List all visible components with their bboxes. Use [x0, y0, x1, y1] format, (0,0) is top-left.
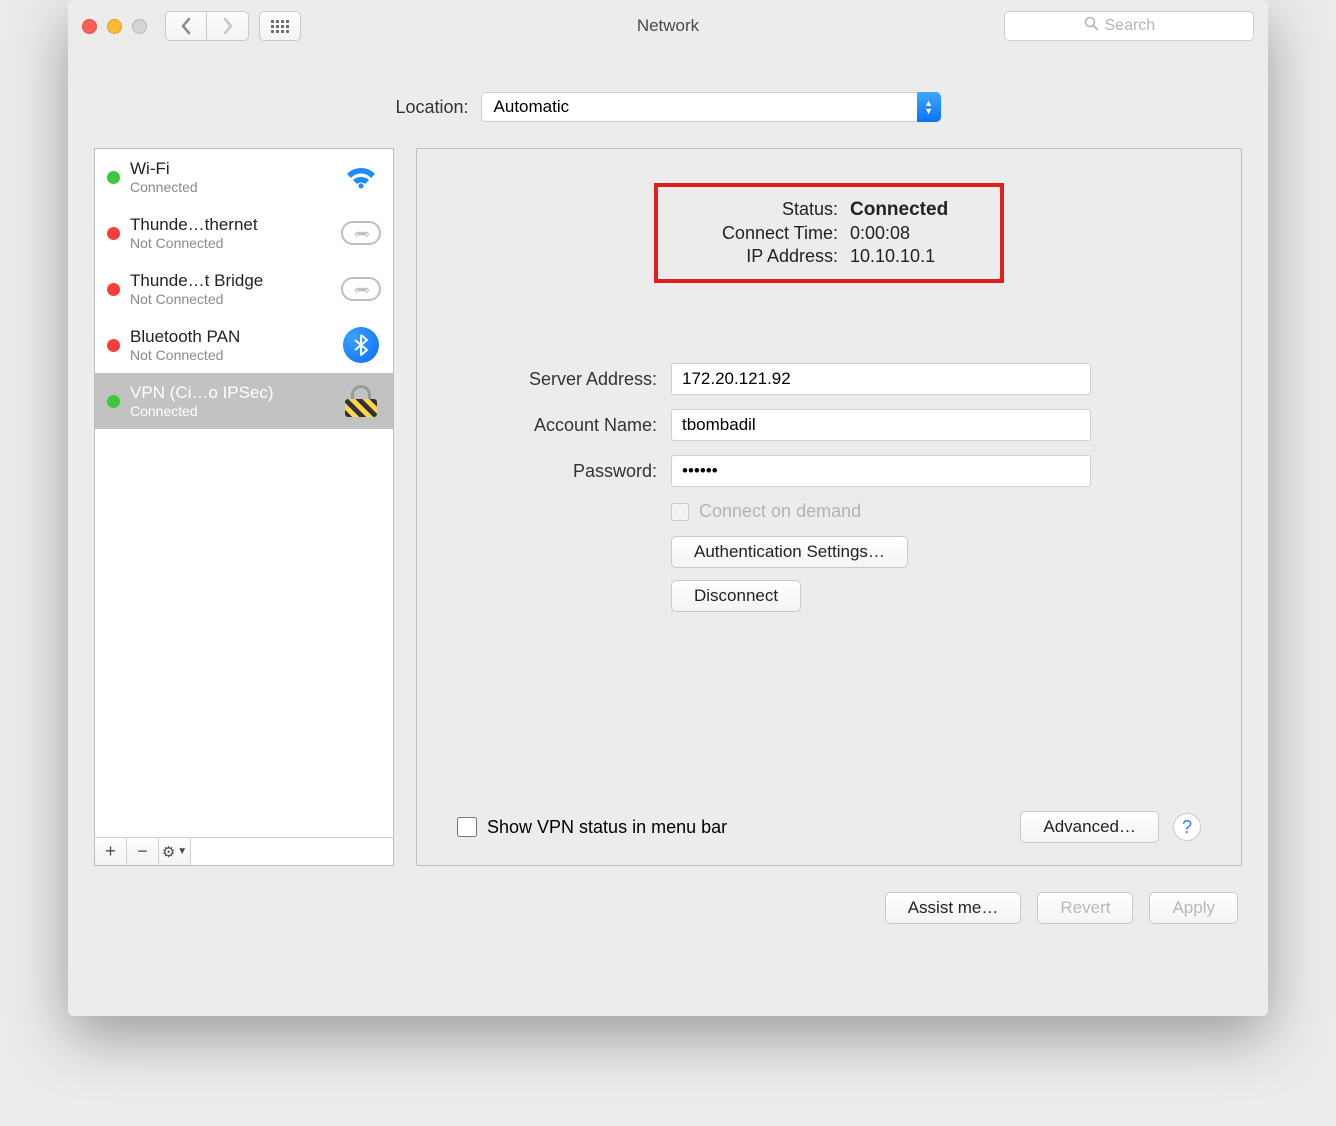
location-select[interactable]: Automatic ▲▼	[481, 92, 941, 122]
password-input[interactable]	[671, 455, 1091, 487]
search-input[interactable]	[1105, 17, 1175, 35]
status-dot-icon	[107, 283, 120, 296]
interface-name: VPN (Ci…o IPSec)	[130, 383, 331, 403]
password-label: Password:	[457, 461, 657, 482]
detail-bottom-row: Show VPN status in menu bar Advanced… ?	[457, 811, 1201, 843]
interface-status: Connected	[130, 403, 331, 419]
interface-name: Bluetooth PAN	[130, 327, 331, 347]
interface-options-button[interactable]: ⚙︎▼	[159, 838, 191, 865]
status-dot-icon	[107, 227, 120, 240]
help-button[interactable]: ?	[1173, 813, 1201, 841]
bluetooth-icon	[341, 325, 381, 365]
search-field[interactable]	[1004, 11, 1254, 41]
sidebar-item-thunderbolt-ethernet[interactable]: Thunde…thernet Not Connected ‹•••›	[95, 205, 393, 261]
chevron-left-icon	[183, 19, 189, 33]
titlebar: Network	[68, 0, 1268, 52]
connect-on-demand-label: Connect on demand	[699, 501, 861, 522]
connect-time-value: 0:00:08	[850, 223, 910, 244]
disconnect-button[interactable]: Disconnect	[671, 580, 801, 612]
traffic-lights	[82, 19, 147, 34]
zoom-window-button[interactable]	[132, 19, 147, 34]
detail-panel: Status: Connected Connect Time: 0:00:08 …	[416, 148, 1242, 866]
interface-status: Connected	[130, 179, 331, 195]
show-vpn-menubar-checkbox[interactable]	[457, 817, 477, 837]
sidebar-item-vpn[interactable]: VPN (Ci…o IPSec) Connected	[95, 373, 393, 429]
chevron-right-icon	[225, 19, 231, 33]
network-preferences-window: Network Location: Automatic ▲▼ Wi-Fi	[68, 0, 1268, 1016]
location-label: Location:	[395, 97, 468, 118]
interface-status: Not Connected	[130, 291, 331, 307]
account-name-input[interactable]	[671, 409, 1091, 441]
vpn-form: Server Address: Account Name: Password: …	[457, 363, 1201, 612]
interface-sidebar: Wi-Fi Connected Thunde…thernet	[94, 148, 394, 866]
status-dot-icon	[107, 171, 120, 184]
interface-status: Not Connected	[130, 347, 331, 363]
sidebar-item-bluetooth-pan[interactable]: Bluetooth PAN Not Connected	[95, 317, 393, 373]
location-value: Automatic	[481, 92, 941, 122]
search-icon	[1084, 16, 1099, 36]
show-vpn-menubar-label: Show VPN status in menu bar	[487, 817, 727, 838]
status-value: Connected	[850, 199, 948, 221]
main-area: Wi-Fi Connected Thunde…thernet	[68, 148, 1268, 866]
status-label: Status:	[658, 199, 838, 220]
ip-address-label: IP Address:	[658, 246, 838, 267]
grid-icon	[271, 20, 289, 33]
interface-name: Thunde…t Bridge	[130, 271, 331, 291]
sidebar-item-thunderbolt-bridge[interactable]: Thunde…t Bridge Not Connected ‹•••›	[95, 261, 393, 317]
add-interface-button[interactable]: +	[95, 838, 127, 865]
remove-interface-button[interactable]: −	[127, 838, 159, 865]
revert-button[interactable]: Revert	[1037, 892, 1133, 924]
sidebar-item-wifi[interactable]: Wi-Fi Connected	[95, 149, 393, 205]
gear-icon: ⚙︎	[162, 843, 175, 861]
server-address-label: Server Address:	[457, 369, 657, 390]
forward-button[interactable]	[207, 11, 249, 41]
account-name-label: Account Name:	[457, 415, 657, 436]
status-highlight-box: Status: Connected Connect Time: 0:00:08 …	[654, 183, 1004, 283]
close-window-button[interactable]	[82, 19, 97, 34]
ip-address-value: 10.10.10.1	[850, 246, 935, 267]
minimize-window-button[interactable]	[107, 19, 122, 34]
status-dot-icon	[107, 339, 120, 352]
interface-name: Thunde…thernet	[130, 215, 331, 235]
back-button[interactable]	[165, 11, 207, 41]
connect-on-demand-checkbox[interactable]	[671, 503, 689, 521]
footer-buttons: Assist me… Revert Apply	[68, 866, 1268, 924]
interface-status: Not Connected	[130, 235, 331, 251]
show-all-prefs-button[interactable]	[259, 11, 301, 41]
interface-list: Wi-Fi Connected Thunde…thernet	[95, 149, 393, 837]
apply-button[interactable]: Apply	[1149, 892, 1238, 924]
location-row: Location: Automatic ▲▼	[68, 52, 1268, 148]
server-address-input[interactable]	[671, 363, 1091, 395]
connect-time-label: Connect Time:	[658, 223, 838, 244]
interface-name: Wi-Fi	[130, 159, 331, 179]
authentication-settings-button[interactable]: Authentication Settings…	[671, 536, 908, 568]
ethernet-icon: ‹•••›	[341, 213, 381, 253]
chevron-down-icon: ▼	[177, 846, 187, 857]
wifi-icon	[341, 157, 381, 197]
lock-icon	[341, 381, 381, 421]
status-dot-icon	[107, 395, 120, 408]
help-icon: ?	[1182, 817, 1192, 838]
assist-me-button[interactable]: Assist me…	[885, 892, 1022, 924]
ethernet-icon: ‹•••›	[341, 269, 381, 309]
nav-buttons	[165, 11, 249, 41]
sidebar-toolbar: + − ⚙︎▼	[95, 837, 393, 865]
select-stepper-icon: ▲▼	[917, 92, 941, 122]
advanced-button[interactable]: Advanced…	[1020, 811, 1159, 843]
